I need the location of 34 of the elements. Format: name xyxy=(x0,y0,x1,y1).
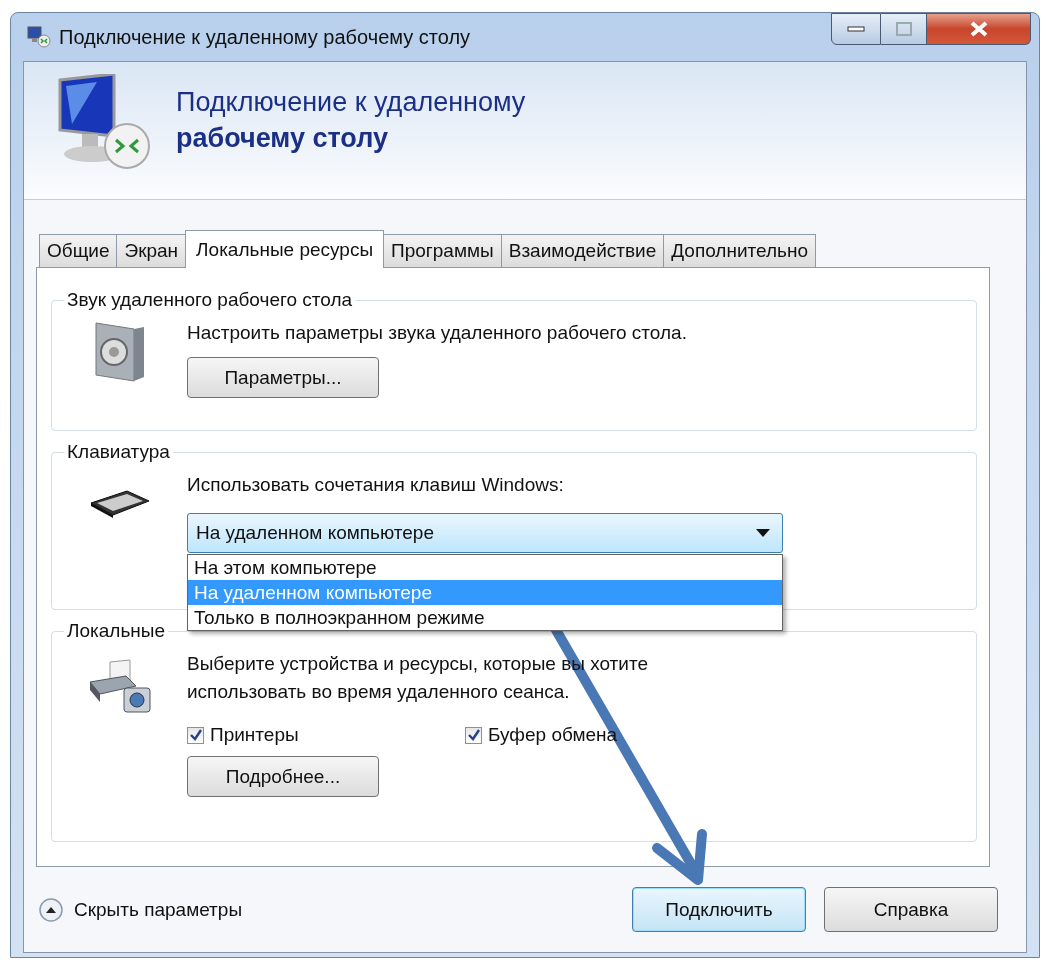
close-button[interactable] xyxy=(927,13,1031,45)
tab[interactable]: Экран xyxy=(116,234,187,267)
dropdown-option[interactable]: На этом компьютере xyxy=(188,555,782,580)
checkbox-label: Принтеры xyxy=(210,724,299,746)
field-label: Использовать сочетания клавиш Windows: xyxy=(187,473,564,497)
dialog-button[interactable]: Подключить xyxy=(632,887,806,932)
tab[interactable]: Программы xyxy=(383,234,502,267)
parameters-button[interactable]: Параметры... xyxy=(187,357,379,398)
details-button[interactable]: Подробнее... xyxy=(187,756,379,797)
banner-title: Подключение к удаленному xyxy=(176,86,526,119)
hide-options-link[interactable]: Скрыть параметры xyxy=(74,898,243,921)
tab[interactable]: Локальные ресурсы xyxy=(185,230,385,268)
minimize-button[interactable] xyxy=(831,13,881,45)
checkbox[interactable] xyxy=(465,726,482,744)
dialog-button[interactable]: Справка xyxy=(824,887,998,932)
group-title: Звук удаленного рабочего стола xyxy=(66,289,354,311)
minimize-icon xyxy=(847,25,865,33)
collapse-icon[interactable] xyxy=(38,896,64,923)
banner-title: рабочему столу xyxy=(176,122,389,155)
dropdown-option[interactable]: Только в полноэкранном режиме xyxy=(188,605,782,630)
maximize-icon xyxy=(895,22,912,36)
maximize-button[interactable] xyxy=(881,13,927,45)
tab[interactable]: Взаимодействие xyxy=(500,234,665,267)
close-icon xyxy=(968,21,989,37)
caret-icon xyxy=(756,529,770,537)
monitor-icon xyxy=(27,26,51,48)
dropdown[interactable]: На удаленном компьютере xyxy=(187,513,783,553)
checkbox[interactable] xyxy=(187,726,204,744)
tab[interactable]: Дополнительно xyxy=(663,234,816,267)
window-title: Подключение к удаленному рабочему столу xyxy=(59,25,471,49)
description-text: Настроить параметры звука удаленного рабочего стола. xyxy=(187,321,687,345)
group-title: Локальные xyxy=(66,620,167,642)
group-title: Клавиатура xyxy=(66,441,171,463)
tab[interactable]: Общие xyxy=(39,234,118,267)
